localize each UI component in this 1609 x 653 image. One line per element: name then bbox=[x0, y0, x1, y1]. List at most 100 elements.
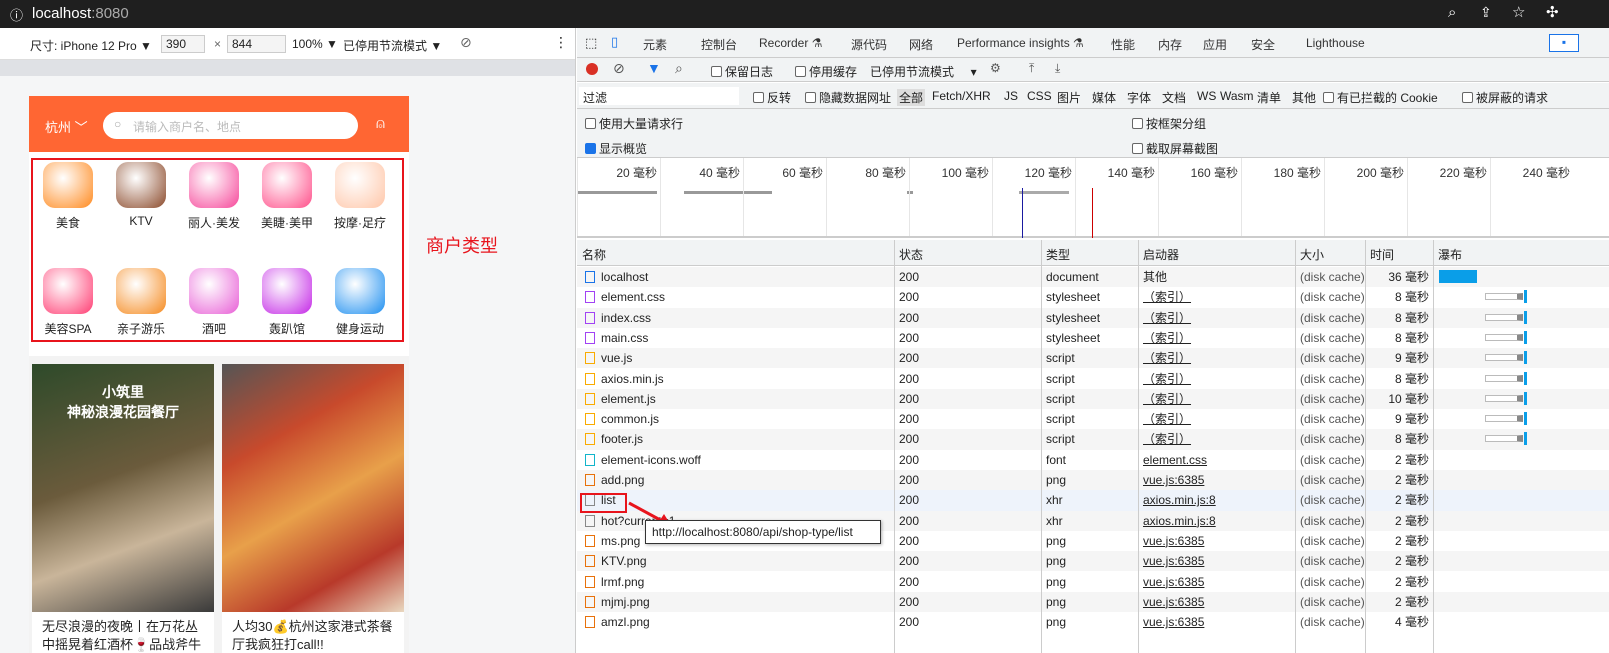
tab-6[interactable]: 性能 bbox=[1111, 36, 1135, 53]
initiator-cell[interactable]: （索引） bbox=[1143, 389, 1191, 409]
tab-9[interactable]: 安全 bbox=[1251, 36, 1275, 53]
initiator-cell[interactable]: axios.min.js:8 bbox=[1143, 490, 1216, 510]
table-row[interactable]: common.js 200 script （索引） (disk cache) 9 毫秒 bbox=[577, 409, 1609, 429]
device-select[interactable]: 尺寸: iPhone 12 Pro ▼ bbox=[30, 37, 152, 54]
type-filter-0[interactable]: 全部 bbox=[897, 89, 926, 106]
type-filter-1[interactable]: Fetch/XHR bbox=[932, 89, 991, 103]
type-filter-7[interactable]: 文档 bbox=[1162, 89, 1186, 106]
disable-cache-checkbox[interactable]: 停用缓存 bbox=[795, 63, 857, 80]
column-header[interactable]: 瀑布 bbox=[1438, 246, 1462, 263]
table-row[interactable]: lrmf.png 200 png vue.js:6385 (disk cache) 2 毫… bbox=[577, 572, 1609, 592]
table-row[interactable]: amzl.png 200 png vue.js:6385 (disk cache) 4 毫… bbox=[577, 612, 1609, 632]
name-cell[interactable]: element-icons.woff bbox=[601, 450, 701, 470]
column-header[interactable]: 大小 bbox=[1300, 246, 1324, 263]
media-query-ruler[interactable] bbox=[0, 60, 575, 76]
info-icon[interactable]: ⓘ bbox=[10, 5, 23, 24]
rotate-icon[interactable]: ⊘ bbox=[460, 34, 472, 51]
device-toggle-icon[interactable]: ▯ bbox=[611, 34, 618, 50]
tab-7[interactable]: 内存 bbox=[1158, 36, 1182, 53]
initiator-cell[interactable]: vue.js:6385 bbox=[1143, 551, 1204, 571]
name-cell[interactable]: element.js bbox=[601, 389, 656, 409]
tab-3[interactable]: 源代码 bbox=[851, 36, 887, 53]
filter-icon[interactable]: ▼ bbox=[647, 60, 661, 76]
network-overview[interactable]: 20 毫秒 40 毫秒 60 毫秒 80 毫秒 100 毫秒 120 毫秒 140 毫秒 16… bbox=[577, 158, 1609, 238]
inspect-icon[interactable]: ⬚ bbox=[585, 35, 597, 51]
initiator-cell[interactable]: （索引） bbox=[1143, 348, 1191, 368]
hide-data-urls-checkbox[interactable]: 隐藏数据网址 bbox=[805, 89, 891, 106]
initiator-cell[interactable]: （索引） bbox=[1143, 429, 1191, 449]
height-input[interactable]: 844 bbox=[227, 35, 286, 53]
name-cell[interactable]: footer.js bbox=[601, 429, 643, 449]
name-cell[interactable]: add.png bbox=[601, 470, 644, 490]
name-cell[interactable]: main.css bbox=[601, 328, 648, 348]
preserve-log-checkbox[interactable]: 保留日志 bbox=[711, 63, 773, 80]
blog-card[interactable]: 小筑里 神秘浪漫花园餐厅 无尽浪漫的夜晚丨在万花丛中摇晃着红酒杯🍷品战斧牛排🥩 bbox=[32, 364, 214, 653]
name-cell[interactable]: lrmf.png bbox=[601, 572, 644, 592]
column-header[interactable]: 启动器 bbox=[1143, 246, 1179, 263]
filter-input[interactable]: 过滤 bbox=[579, 87, 739, 105]
initiator-cell[interactable]: vue.js:6385 bbox=[1143, 470, 1204, 490]
width-input[interactable]: 390 bbox=[161, 35, 205, 53]
table-row[interactable]: main.css 200 stylesheet （索引） (disk cache) 8 毫… bbox=[577, 328, 1609, 348]
table-row[interactable]: element.js 200 script （索引） (disk cache) 10 毫秒 bbox=[577, 388, 1609, 410]
star-icon[interactable]: ☆ bbox=[1512, 3, 1525, 21]
name-cell[interactable]: vue.js bbox=[601, 348, 632, 368]
tab-8[interactable]: 应用 bbox=[1203, 36, 1227, 53]
zoom-icon[interactable]: ⌕ bbox=[1448, 4, 1456, 21]
initiator-cell[interactable]: element.css bbox=[1143, 450, 1207, 470]
tab-2[interactable]: Recorder ⚗ bbox=[759, 36, 822, 50]
table-row[interactable]: element.css 200 stylesheet （索引） (disk cache)… bbox=[577, 287, 1609, 307]
name-cell[interactable]: index.css bbox=[601, 308, 651, 328]
type-filter-2[interactable]: JS bbox=[1004, 89, 1018, 103]
initiator-cell[interactable]: 其他 bbox=[1143, 267, 1167, 287]
tab-10[interactable]: Lighthouse bbox=[1306, 36, 1365, 50]
network-conditions-icon[interactable]: ⚙ bbox=[990, 61, 1001, 75]
initiator-cell[interactable]: vue.js:6385 bbox=[1143, 572, 1204, 592]
initiator-cell[interactable]: vue.js:6385 bbox=[1143, 592, 1204, 612]
blocked-requests-checkbox[interactable]: 被屏蔽的请求 bbox=[1462, 89, 1548, 106]
type-filter-8[interactable]: WS bbox=[1197, 89, 1216, 103]
screenshots-checkbox[interactable]: 截取屏幕截图 bbox=[1132, 140, 1218, 157]
initiator-cell[interactable]: （索引） bbox=[1143, 308, 1191, 328]
column-header[interactable]: 时间 bbox=[1370, 246, 1394, 263]
tab-5[interactable]: Performance insights ⚗ bbox=[957, 36, 1084, 50]
tab-1[interactable]: 控制台 bbox=[701, 36, 737, 53]
throttle-select[interactable]: 已停用节流模式 ▾ bbox=[870, 63, 977, 80]
more-icon[interactable]: ⋮ bbox=[554, 34, 568, 51]
table-row[interactable]: KTV.png 200 png vue.js:6385 (disk cache) 2 毫秒 bbox=[577, 551, 1609, 572]
column-header[interactable]: 状态 bbox=[899, 246, 923, 263]
initiator-cell[interactable]: vue.js:6385 bbox=[1143, 612, 1204, 632]
name-cell[interactable]: element.css bbox=[601, 287, 665, 307]
extensions-icon[interactable]: ✣ bbox=[1546, 3, 1559, 21]
table-row[interactable]: add.png 200 png vue.js:6385 (disk cache) 2 毫秒 bbox=[577, 470, 1609, 491]
type-filter-10[interactable]: 清单 bbox=[1257, 89, 1281, 106]
initiator-cell[interactable]: （索引） bbox=[1143, 328, 1191, 348]
table-row[interactable]: vue.js 200 script （索引） (disk cache) 9 毫秒 bbox=[577, 348, 1609, 369]
blog-card[interactable]: 人均30💰杭州这家港式茶餐厅我疯狂打call!! bbox=[222, 364, 404, 653]
table-row[interactable]: axios.min.js 200 script （索引） (disk cache) 8 毫… bbox=[577, 369, 1609, 389]
name-cell[interactable]: localhost bbox=[601, 267, 648, 287]
group-by-frame-checkbox[interactable]: 按框架分组 bbox=[1132, 115, 1206, 132]
name-cell[interactable]: mjmj.png bbox=[601, 592, 650, 612]
record-icon[interactable] bbox=[586, 63, 598, 75]
import-har-icon[interactable]: ⤒ bbox=[1029, 61, 1034, 76]
initiator-cell[interactable]: axios.min.js:8 bbox=[1143, 511, 1216, 531]
name-cell[interactable]: ms.png bbox=[601, 531, 640, 551]
type-filter-4[interactable]: 图片 bbox=[1057, 89, 1081, 106]
search-icon[interactable]: ⌕ bbox=[675, 60, 683, 77]
throttle-select[interactable]: 已停用节流模式 ▼ bbox=[343, 37, 442, 54]
table-row[interactable]: localhost 200 document 其他 (disk cache) 36 毫秒 bbox=[577, 267, 1609, 288]
url-field[interactable]: localhost:8080 bbox=[32, 5, 129, 22]
name-cell[interactable]: axios.min.js bbox=[601, 369, 664, 389]
type-filter-3[interactable]: CSS bbox=[1027, 89, 1052, 103]
table-row[interactable]: footer.js 200 script （索引） (disk cache) 8 毫秒 bbox=[577, 429, 1609, 450]
type-filter-5[interactable]: 媒体 bbox=[1092, 89, 1116, 106]
export-har-icon[interactable]: ⤓ bbox=[1055, 61, 1060, 76]
show-overview-checkbox[interactable]: 显示概览 bbox=[585, 140, 647, 157]
type-filter-11[interactable]: 其他 bbox=[1292, 89, 1316, 106]
user-icon[interactable]: ⍝ bbox=[376, 115, 385, 132]
blocked-cookies-checkbox[interactable]: 有已拦截的 Cookie bbox=[1323, 89, 1438, 106]
large-rows-checkbox[interactable]: 使用大量请求行 bbox=[585, 115, 683, 132]
type-filter-9[interactable]: Wasm bbox=[1220, 89, 1254, 103]
invert-checkbox[interactable]: 反转 bbox=[753, 89, 791, 106]
